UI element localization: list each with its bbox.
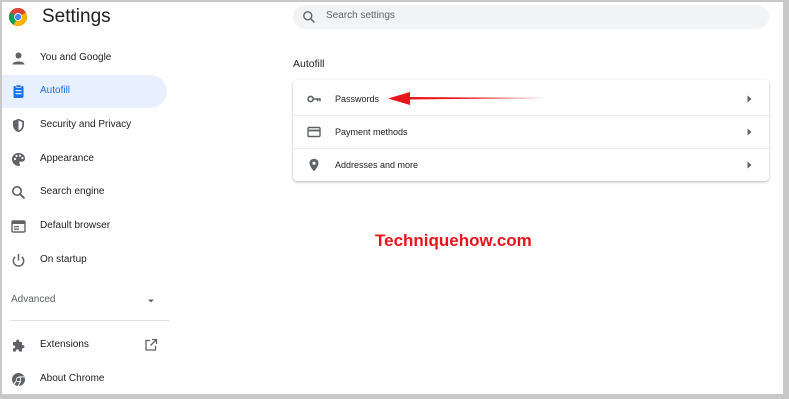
row-payment-methods[interactable]: Payment methods bbox=[293, 115, 769, 148]
sidebar-item-about-chrome[interactable]: About Chrome bbox=[2, 363, 167, 394]
chevron-right-icon bbox=[747, 95, 752, 103]
sidebar-divider bbox=[10, 320, 170, 321]
row-divider bbox=[293, 148, 769, 149]
search-input[interactable]: Search settings bbox=[326, 10, 395, 21]
puzzle-icon bbox=[13, 339, 25, 352]
sidebar-item-default-browser[interactable]: Default browser bbox=[2, 210, 167, 243]
sidebar-item-you-and-google[interactable]: You and Google bbox=[2, 42, 167, 75]
browser-icon bbox=[11, 220, 26, 233]
credit-card-icon bbox=[307, 126, 321, 138]
row-addresses-and-more[interactable]: Addresses and more bbox=[293, 148, 769, 181]
advanced-toggle[interactable]: Advanced bbox=[2, 284, 167, 316]
clipboard-icon bbox=[13, 84, 24, 98]
row-label: Addresses and more bbox=[335, 160, 419, 170]
sidebar-item-label: Appearance bbox=[40, 153, 94, 164]
chevron-right-icon bbox=[747, 128, 752, 136]
sidebar-item-appearance[interactable]: Appearance bbox=[2, 143, 167, 176]
sidebar-item-label: Security and Privacy bbox=[40, 119, 132, 130]
sidebar-item-autofill[interactable]: Autofill bbox=[2, 75, 167, 108]
sidebar-item-label: You and Google bbox=[40, 52, 112, 63]
open-in-new-icon bbox=[145, 338, 158, 351]
sidebar-item-label: Autofill bbox=[40, 85, 71, 96]
row-label: Payment methods bbox=[335, 127, 408, 137]
search-bar[interactable]: Search settings bbox=[293, 5, 769, 29]
annotation-arrow bbox=[388, 92, 546, 105]
palette-icon bbox=[12, 153, 25, 166]
search-icon bbox=[303, 11, 315, 23]
shield-icon bbox=[13, 118, 24, 133]
page-title: Settings bbox=[42, 6, 111, 27]
settings-window: Settings Search settings You and Google … bbox=[2, 2, 783, 394]
row-label: Passwords bbox=[335, 94, 380, 104]
power-icon bbox=[12, 254, 25, 267]
watermark-text: Techniquehow.com bbox=[375, 231, 532, 250]
location-pin-icon bbox=[309, 158, 319, 172]
chevron-down-icon bbox=[148, 299, 154, 303]
row-divider bbox=[293, 115, 769, 116]
sidebar-item-extensions[interactable]: Extensions bbox=[2, 329, 167, 362]
sidebar-item-label: On startup bbox=[40, 254, 87, 265]
advanced-label: Advanced bbox=[11, 294, 56, 305]
sidebar-item-label: Extensions bbox=[40, 339, 89, 350]
sidebar-item-label: Default browser bbox=[40, 220, 111, 231]
person-icon bbox=[12, 52, 25, 65]
key-icon bbox=[307, 95, 321, 103]
section-title: Autofill bbox=[293, 58, 325, 70]
chrome-logo-icon bbox=[9, 8, 27, 26]
chrome-icon bbox=[12, 373, 25, 387]
sidebar-item-label: Search engine bbox=[40, 186, 105, 197]
sidebar-item-search-engine[interactable]: Search engine bbox=[2, 176, 167, 209]
sidebar-item-security-and-privacy[interactable]: Security and Privacy bbox=[2, 109, 167, 142]
sidebar-item-label: About Chrome bbox=[40, 373, 105, 384]
sidebar-item-on-startup[interactable]: On startup bbox=[2, 244, 167, 277]
search-icon bbox=[12, 186, 26, 200]
chevron-right-icon bbox=[747, 161, 752, 169]
